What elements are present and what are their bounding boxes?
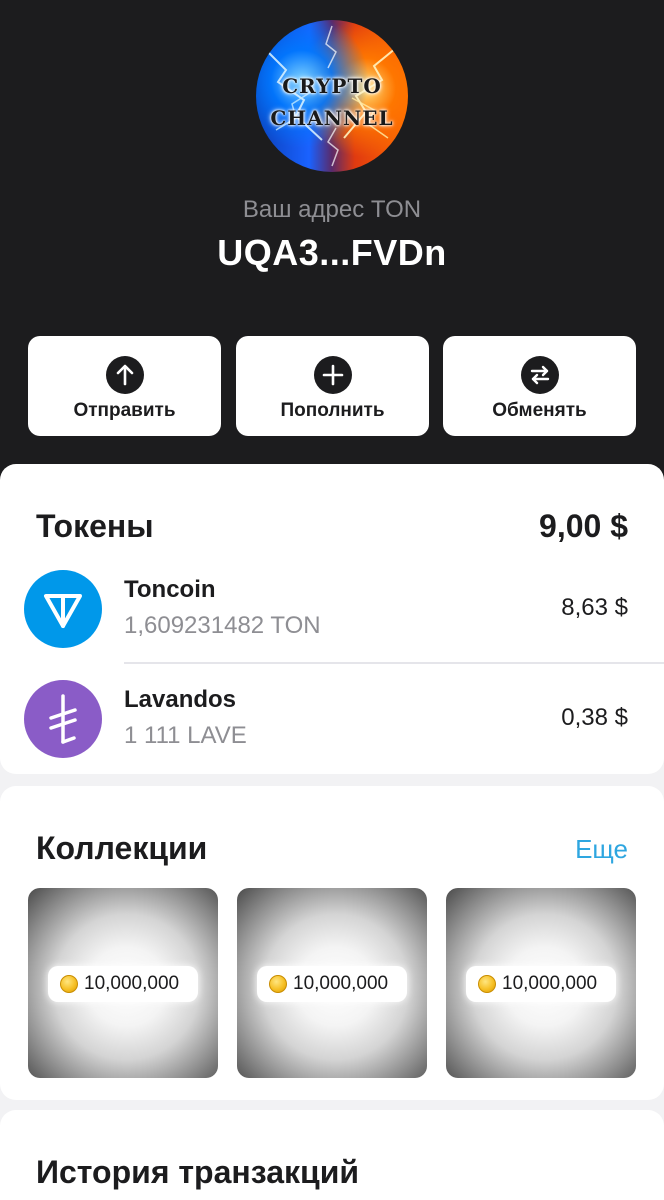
- token-usd-value: 0,38 $: [561, 704, 628, 731]
- plus-icon: [314, 356, 352, 394]
- nft-price-badge: 10,000,000: [257, 966, 407, 1002]
- history-title: История транзакций: [36, 1154, 360, 1190]
- token-name: Lavandos: [124, 686, 237, 713]
- nft-card[interactable]: 10,000,000: [28, 888, 218, 1078]
- collections-card: Коллекции Еще 10,000,000 10,000,000 10,0…: [0, 786, 664, 1100]
- toncoin-logo-icon: [24, 570, 102, 648]
- coin-icon: [269, 975, 287, 993]
- avatar-text-crypto: CRYPTO: [282, 74, 382, 98]
- token-amount: 1,609231482 TON: [124, 612, 321, 639]
- swap-button[interactable]: Обменять: [443, 336, 636, 436]
- token-amount: 1 111 LAVE: [124, 722, 247, 749]
- collections-title: Коллекции: [36, 830, 208, 866]
- wallet-header: CRYPTO CHANNEL Ваш адрес TON UQA3...FVDn…: [0, 0, 664, 490]
- nft-price: 10,000,000: [84, 973, 180, 994]
- nft-card[interactable]: 10,000,000: [446, 888, 636, 1078]
- token-row-lavandos[interactable]: Lavandos 1 111 LAVE 0,38 $: [0, 672, 664, 768]
- coin-icon: [60, 975, 78, 993]
- token-name: Toncoin: [124, 576, 216, 603]
- address-label: Ваш адрес TON: [242, 196, 422, 223]
- coin-icon: [478, 975, 496, 993]
- top-up-button-label: Пополнить: [280, 400, 385, 421]
- nft-price: 10,000,000: [293, 973, 389, 994]
- tokens-card: Токены 9,00 $ Toncoin 1,609231482 TON 8,…: [0, 464, 664, 774]
- token-row-toncoin[interactable]: Toncoin 1,609231482 TON 8,63 $: [0, 562, 664, 658]
- lavandos-logo-icon: [24, 680, 102, 758]
- top-up-button[interactable]: Пополнить: [236, 336, 429, 436]
- nft-card[interactable]: 10,000,000: [237, 888, 427, 1078]
- nft-price-badge: 10,000,000: [48, 966, 198, 1002]
- swap-icon: [521, 356, 559, 394]
- tokens-total: 9,00 $: [539, 508, 628, 544]
- history-card: История транзакций: [0, 1110, 664, 1200]
- wallet-avatar[interactable]: CRYPTO CHANNEL: [256, 20, 408, 172]
- swap-button-label: Обменять: [492, 400, 587, 421]
- collections-more-link[interactable]: Еще: [575, 834, 628, 865]
- nft-price-badge: 10,000,000: [466, 966, 616, 1002]
- arrow-up-icon: [106, 356, 144, 394]
- token-usd-value: 8,63 $: [561, 594, 628, 621]
- tokens-title: Токены: [36, 508, 154, 544]
- send-button[interactable]: Отправить: [28, 336, 221, 436]
- nft-price: 10,000,000: [502, 973, 598, 994]
- wallet-address[interactable]: UQA3...FVDn: [0, 232, 664, 274]
- avatar-text-channel: CHANNEL: [270, 106, 394, 130]
- send-button-label: Отправить: [73, 400, 176, 421]
- token-divider: [124, 662, 664, 664]
